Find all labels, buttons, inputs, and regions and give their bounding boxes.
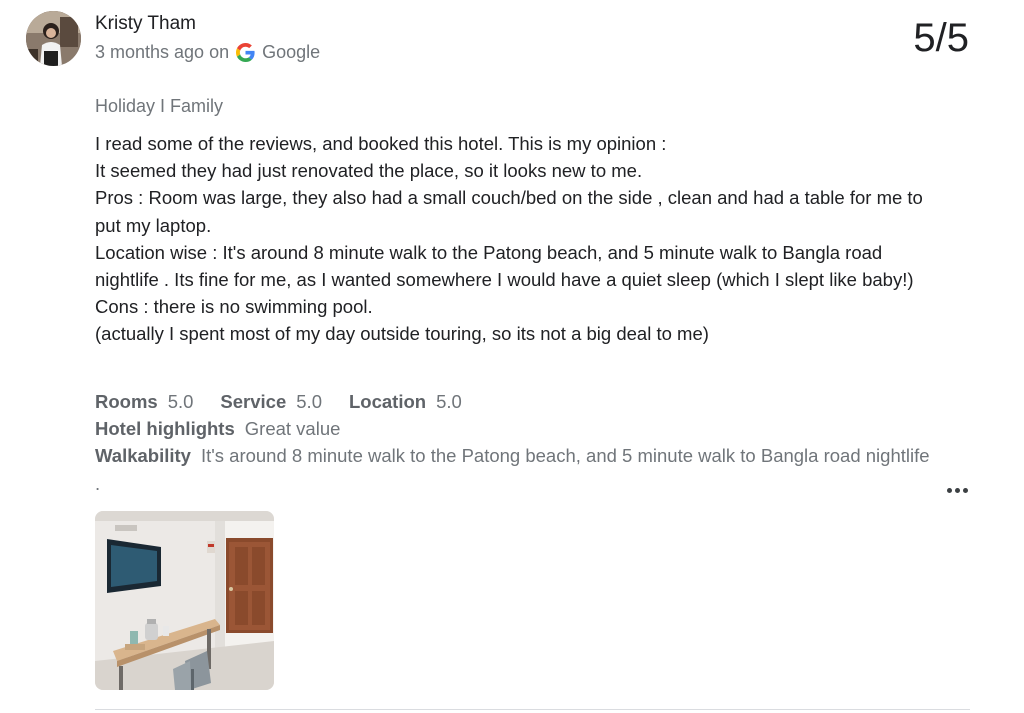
highlights-label: Hotel highlights <box>95 418 235 440</box>
more-options-dot <box>954 487 960 493</box>
review-body: I read some of the reviews, and booked t… <box>95 130 935 348</box>
more-options-icon <box>946 487 952 493</box>
google-g-icon <box>236 42 255 62</box>
review-ratings: Rooms 5.0 Service 5.0 Location 5.0 Hotel high… <box>95 388 935 497</box>
walkability: Walkability It's around 8 minute walk to … <box>95 442 935 496</box>
rooms-label: Rooms <box>95 391 158 412</box>
more-options-button[interactable] <box>938 477 976 503</box>
more-options-dot <box>962 487 968 493</box>
service-label: Service <box>220 391 287 412</box>
walkability-label: Walkability <box>95 445 191 467</box>
avatar-photo <box>26 11 81 66</box>
review-paragraph: Pros : Room was large, they also had a s… <box>95 187 923 236</box>
avatar[interactable] <box>26 11 81 66</box>
review-score: 5/5 <box>913 16 969 60</box>
trip-type: Holiday I Family <box>95 96 224 116</box>
category-ratings: Rooms 5.0 Service 5.0 Location 5.0 <box>95 388 935 415</box>
review-paragraph: (actually I spent most of my day outside… <box>95 323 709 345</box>
divider <box>95 709 970 710</box>
review-paragraph: I read some of the reviews, and booked t… <box>95 133 667 154</box>
review-paragraph: It seemed they had just renovated the pl… <box>95 160 643 182</box>
location-value: 5.0 <box>436 391 462 412</box>
author-name[interactable]: Kristy Tham <box>95 12 196 36</box>
review-source: Google <box>262 42 321 62</box>
walkability-value: It's around 8 minute walk to the Patong … <box>95 445 930 494</box>
hotel-highlights: Hotel highlights Great value <box>95 415 935 442</box>
review-meta: 3 months ago on Google <box>95 40 320 64</box>
review-paragraph: Cons : there is no swimming pool. <box>95 296 373 318</box>
service-value: 5.0 <box>296 391 322 412</box>
hotel-room-photo <box>95 511 274 690</box>
review-time: 3 months ago on <box>95 42 230 62</box>
review-paragraph: Location wise : It's around 8 minute wal… <box>95 241 914 291</box>
review-photo[interactable] <box>95 511 274 690</box>
rooms-value: 5.0 <box>167 391 194 412</box>
location-label: Location <box>348 391 427 412</box>
highlights-value: Great value <box>244 418 341 440</box>
review-card: Kristy Tham 3 months ago on Google 5/5 H… <box>0 0 1024 713</box>
